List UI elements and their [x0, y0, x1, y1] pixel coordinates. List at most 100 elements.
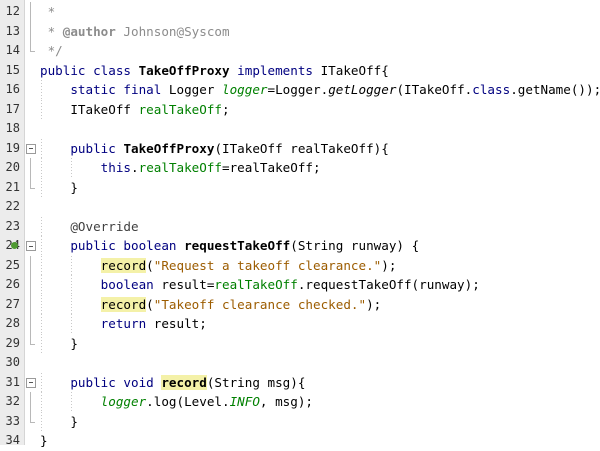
line-number: 18: [5, 121, 20, 135]
code-text[interactable]: public class TakeOffProxy implements ITa…: [40, 61, 389, 81]
code-text[interactable]: public void record(String msg){: [40, 373, 305, 393]
code-text[interactable]: }: [40, 412, 78, 432]
fold-guide: [25, 294, 37, 314]
code-text[interactable]: }: [40, 431, 48, 451]
code-text[interactable]: record("Request a takeoff clearance.");: [40, 256, 396, 276]
code-line[interactable]: 13 * @author Johnson@Syscom: [0, 21, 600, 42]
code-line[interactable]: 30: [0, 353, 600, 373]
code-token: public class: [40, 62, 139, 78]
code-token: *: [40, 23, 63, 39]
fold-guide: [25, 177, 37, 198]
code-text[interactable]: }: [40, 334, 78, 354]
code-token: result=: [153, 277, 215, 292]
collapse-icon[interactable]: [26, 143, 36, 154]
indent-guide: [41, 392, 42, 412]
line-number: 14: [5, 43, 20, 57]
code-text[interactable]: @Override: [40, 217, 138, 237]
code-token: boolean: [100, 277, 154, 292]
code-token: *: [40, 4, 56, 19]
code-line[interactable]: 14 */: [0, 41, 600, 61]
code-text[interactable]: this.realTakeOff=realTakeOff;: [40, 158, 321, 178]
fold-end-line: [30, 41, 35, 52]
code-token: (: [146, 257, 154, 273]
code-line[interactable]: 34}: [0, 431, 600, 451]
code-token: public boolean: [70, 238, 177, 253]
fold-guide: [25, 392, 37, 412]
indent-guide: [71, 314, 72, 334]
fold-guide: [25, 158, 37, 178]
line-number: 27: [5, 296, 20, 311]
line-number: 19: [5, 140, 20, 155]
code-line[interactable]: 28 return result;: [0, 314, 600, 334]
collapse-icon[interactable]: [26, 377, 36, 388]
fold-guide: [25, 275, 37, 295]
fold-guide: [25, 197, 37, 217]
fold-line: [30, 275, 31, 295]
code-line[interactable]: 25 record("Request a takeoff clearance."…: [0, 255, 600, 276]
code-token: ITakeOff: [40, 101, 139, 117]
fold-guide: [25, 217, 37, 237]
code-text[interactable]: static final Logger logger=Logger.getLog…: [40, 80, 600, 100]
code-line[interactable]: 21 }: [0, 177, 600, 198]
fold-guide: [25, 100, 37, 120]
code-text[interactable]: */: [40, 41, 63, 61]
code-text[interactable]: boolean result=realTakeOff.requestTakeOf…: [40, 275, 480, 295]
code-line[interactable]: 22: [0, 197, 600, 217]
code-line[interactable]: 18: [0, 119, 600, 139]
line-number: 16: [5, 82, 20, 96]
line-number: 30: [5, 355, 20, 369]
code-token: .: [131, 160, 139, 175]
code-line[interactable]: 20 this.realTakeOff=realTakeOff;: [0, 158, 600, 178]
code-text[interactable]: logger.log(Level.INFO, msg);: [40, 392, 313, 412]
code-text[interactable]: return result;: [40, 314, 207, 334]
fold-guide: [25, 2, 37, 22]
code-line[interactable]: 12 *: [0, 2, 600, 22]
code-token: .log(Level.: [146, 394, 230, 409]
code-token: =realTakeOff;: [222, 160, 321, 175]
indent-guide: [41, 275, 42, 295]
code-token: record: [161, 374, 207, 390]
collapse-icon[interactable]: [26, 241, 36, 251]
code-line[interactable]: 29 }: [0, 333, 600, 354]
code-token: logger: [222, 82, 268, 97]
code-line[interactable]: 32 logger.log(Level.INFO, msg);: [0, 392, 600, 412]
code-text[interactable]: public boolean requestTakeOff(String run…: [40, 236, 419, 256]
code-token: Johnson@Syscom: [115, 23, 230, 39]
code-line[interactable]: 19 public TakeOffProxy(ITakeOff realTake…: [0, 138, 600, 159]
code-line[interactable]: 15 public class TakeOffProxy implements I…: [0, 61, 600, 81]
fold-guide: [25, 61, 37, 81]
code-token: (: [146, 296, 154, 312]
code-line[interactable]: 23 @Override: [0, 216, 600, 237]
indent-guide: [71, 294, 72, 314]
code-token: @author: [62, 23, 116, 39]
code-token: getLogger: [328, 82, 397, 97]
fold-line: [30, 255, 31, 275]
code-line[interactable]: 17 ITakeOff realTakeOff;: [0, 99, 600, 120]
code-text[interactable]: * @author Johnson@Syscom: [40, 22, 230, 42]
override-marker-icon[interactable]: [11, 242, 18, 249]
line-number: 22: [5, 199, 20, 213]
code-line[interactable]: 31 public void record(String msg){: [0, 372, 600, 393]
line-number: 13: [5, 23, 20, 38]
line-number: 34: [5, 433, 20, 447]
code-line[interactable]: 24 public boolean requestTakeOff(String …: [0, 236, 600, 256]
code-line[interactable]: 26 boolean result=realTakeOff.requestTak…: [0, 275, 600, 295]
code-line[interactable]: 27 record("Takeoff clearance checked.");: [0, 294, 600, 315]
code-line[interactable]: 16 static final Logger logger=Logger.get…: [0, 80, 600, 100]
fold-guide: [25, 139, 37, 159]
code-text[interactable]: *: [40, 2, 56, 22]
code-text[interactable]: record("Takeoff clearance checked.");: [40, 295, 381, 315]
code-token: (ITakeOff realTakeOff){: [214, 140, 389, 156]
code-editor[interactable]: 12 * 13 * @author Johnson@Syscom 14 */15 pu…: [0, 0, 600, 448]
code-token: static final: [70, 82, 162, 97]
code-token: class: [472, 82, 511, 97]
code-line[interactable]: 33 }: [0, 411, 600, 432]
line-number: 23: [5, 218, 20, 233]
indent-guide: [41, 177, 42, 197]
code-text[interactable]: public TakeOffProxy(ITakeOff realTakeOff…: [40, 139, 389, 159]
code-text[interactable]: }: [40, 178, 78, 198]
code-text[interactable]: ITakeOff realTakeOff;: [40, 100, 229, 120]
indent-guide: [71, 255, 72, 275]
fold-guide: [25, 119, 37, 139]
